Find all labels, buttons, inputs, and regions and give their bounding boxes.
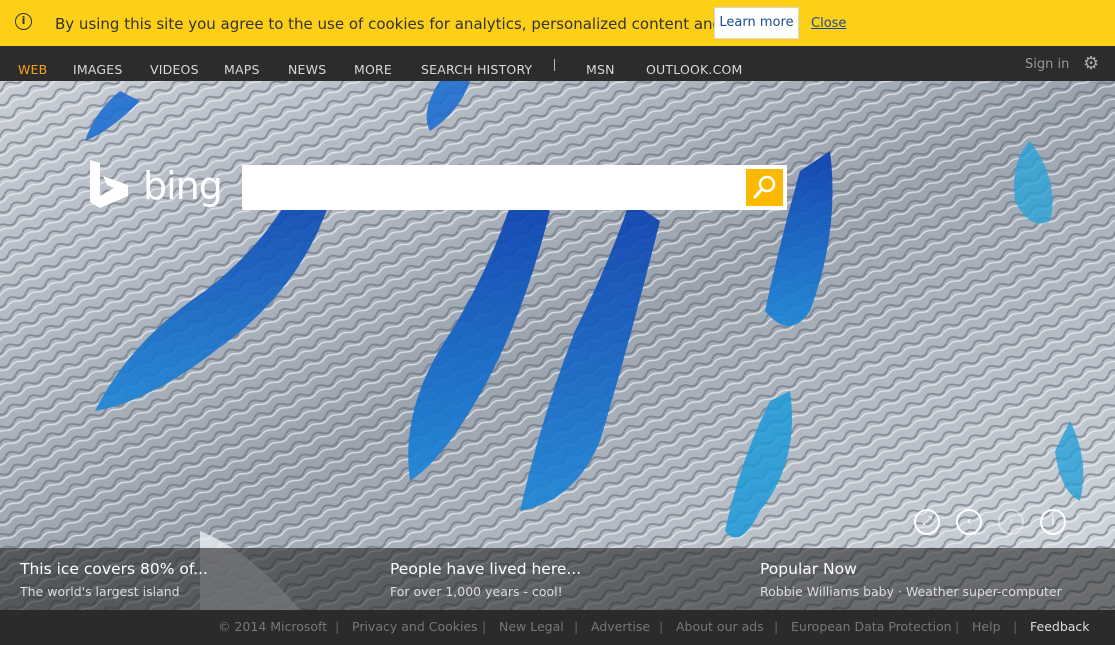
search-box	[242, 165, 787, 210]
nav-item-images[interactable]: IMAGES	[73, 62, 123, 77]
nav-item-maps[interactable]: MAPS	[224, 62, 260, 77]
bing-logo[interactable]: bing	[88, 158, 223, 214]
feedback-link[interactable]: Feedback	[1030, 619, 1090, 634]
nav-item-outlook[interactable]: OUTLOOK.COM	[646, 62, 743, 77]
footer-separator: |	[335, 619, 340, 634]
image-info-icon[interactable]: i	[1040, 509, 1066, 535]
footer-link-data-protection[interactable]: European Data Protection	[791, 619, 952, 634]
search-icon	[753, 175, 776, 199]
nav-item-search-history[interactable]: SEARCH HISTORY	[421, 62, 532, 77]
footer-link-about-ads[interactable]: About our ads	[676, 619, 764, 634]
footer-link-advertise[interactable]: Advertise	[591, 619, 650, 634]
nav-item-news[interactable]: NEWS	[288, 62, 326, 77]
bing-b-icon	[90, 160, 128, 208]
footer-separator: |	[774, 619, 779, 634]
footer-link-help[interactable]: Help	[972, 619, 1001, 634]
copyright: © 2014 Microsoft	[218, 619, 328, 634]
nav-item-more[interactable]: MORE	[354, 62, 392, 77]
nav-item-msn[interactable]: MSN	[586, 62, 615, 77]
caption-strip: This ice covers 80% of... The world's la…	[0, 548, 1115, 610]
caption-subtitle: For over 1,000 years - cool!	[390, 584, 563, 599]
footer-separator: |	[482, 619, 487, 634]
search-input[interactable]	[242, 165, 742, 210]
caption-title: This ice covers 80% of...	[20, 560, 208, 578]
sign-in-link[interactable]: Sign in	[1025, 57, 1069, 72]
next-icon[interactable]: ›	[998, 509, 1024, 535]
top-nav: WEB IMAGES VIDEOS MAPS NEWS MORE SEARCH …	[0, 46, 1115, 81]
footer: © 2014 Microsoft | Privacy and Cookies |…	[0, 610, 1115, 645]
cookie-message: By using this site you agree to the use …	[55, 15, 759, 33]
nav-divider	[554, 59, 555, 71]
popular-now[interactable]: Popular Now Robbie Williams baby · Weath…	[760, 560, 1062, 599]
previous-icon[interactable]: ‹	[956, 509, 982, 535]
footer-separator: |	[574, 619, 579, 634]
caption-2[interactable]: People have lived here... For over 1,000…	[390, 560, 581, 599]
popular-now-title: Popular Now	[760, 560, 857, 578]
footer-separator: |	[955, 619, 960, 634]
glacier-illustration	[0, 81, 1115, 610]
nav-item-videos[interactable]: VIDEOS	[150, 62, 199, 77]
bing-wordmark: bing	[143, 164, 223, 208]
caption-1[interactable]: This ice covers 80% of... The world's la…	[20, 560, 208, 599]
popular-now-items[interactable]: Robbie Williams baby · Weather super-com…	[760, 584, 1062, 599]
footer-link-legal[interactable]: New Legal	[499, 619, 564, 634]
footer-link-privacy[interactable]: Privacy and Cookies	[352, 619, 478, 634]
cookie-banner: i By using this site you agree to the us…	[0, 0, 1115, 46]
footer-separator: |	[1013, 619, 1018, 634]
caption-title: People have lived here...	[390, 560, 582, 578]
fullscreen-icon[interactable]: ⤢	[914, 509, 940, 535]
search-button[interactable]	[746, 169, 783, 206]
close-link[interactable]: Close	[811, 16, 846, 31]
learn-more-button[interactable]: Learn more	[714, 7, 799, 39]
footer-separator: |	[659, 619, 664, 634]
info-icon: i	[15, 13, 32, 30]
gear-icon[interactable]: ⚙	[1083, 53, 1099, 74]
hero-background-image	[0, 81, 1115, 610]
caption-subtitle: The world's largest island	[20, 584, 180, 599]
nav-item-web[interactable]: WEB	[18, 62, 47, 77]
